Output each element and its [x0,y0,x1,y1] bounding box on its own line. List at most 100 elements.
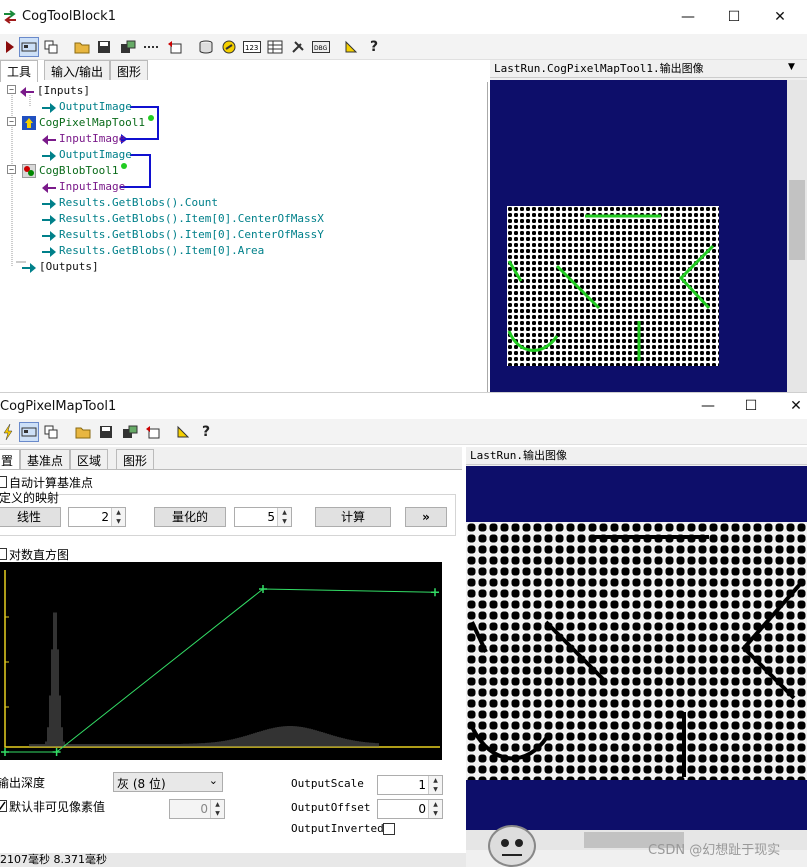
save-icon[interactable] [94,37,114,57]
database-icon[interactable] [196,37,216,57]
output-depth-value: 灰 (8 位) [117,777,166,791]
status-text: 2107毫秒 8.371毫秒 [0,853,107,866]
window-title: CogToolBlock1 [22,9,116,24]
measure-icon[interactable] [341,37,361,57]
output-depth-select[interactable]: 灰 (8 位) ⌄ [113,772,223,792]
dropdown-arrow-icon[interactable]: ▼ [788,62,795,72]
help-icon[interactable]: ? [364,37,384,57]
watermark: CSDN @幻想趾于现实 [648,843,781,858]
tools-icon[interactable] [288,37,308,57]
copy-icon[interactable] [41,37,61,57]
scroll-thumb[interactable] [789,180,805,260]
minimize-button[interactable]: — [685,395,731,417]
tree-node-result-cy[interactable]: Results.GetBlobs().Item[0].CenterOfMassY [42,227,324,242]
reset-icon[interactable] [143,422,163,442]
status-dot-icon [121,163,128,169]
tab-fiducial[interactable]: 基准点 [20,449,71,469]
status-bar: 2107毫秒 8.371毫秒 [0,853,466,867]
settings-tabs: 置 基准点 区域 图形 [0,449,462,471]
measure-icon[interactable] [173,422,193,442]
toolblock-window: CogToolBlock1 — ☐ ✕ 123 DBG ? 工具 输入/输出 图… [0,0,807,392]
close-button[interactable]: ✕ [773,395,807,417]
pixelmap-window: CogPixelMapTool1 — ☐ ✕ ? 置 基准点 区域 图形 自动计… [0,392,807,867]
image-panel-title: LastRun.CogPixelMapTool1.输出图像 [490,60,807,78]
tree-node-result-cx[interactable]: Results.GetBlobs().Item[0].CenterOfMassX [42,211,324,226]
display-icon[interactable] [19,422,39,442]
display-icon[interactable] [19,37,39,57]
dbg-icon[interactable]: DBG [311,37,331,57]
numeric-icon[interactable]: 123 [242,37,262,57]
output-scale-spinner[interactable]: 1 ▲ ▼ [377,775,443,795]
copy-icon[interactable] [41,422,61,442]
default-invisible-spinner[interactable]: 0 ▲ ▼ [169,799,225,819]
tree-node-blob[interactable]: CogBlobTool1 [22,163,128,178]
run-icon[interactable] [0,37,20,57]
titlebar: CogPixelMapTool1 — ☐ ✕ [0,393,807,419]
link-icon[interactable] [219,37,239,57]
load-image-icon[interactable] [120,422,140,442]
status-dot-icon [147,115,154,121]
quantized-button[interactable]: 量化的 [154,507,226,527]
maximize-button[interactable]: ☐ [711,6,757,28]
output-offset-spinner[interactable]: 0 ▲ ▼ [377,799,443,819]
output-inverted-checkbox[interactable] [383,823,395,835]
tab-region[interactable]: 区域 [70,449,109,469]
close-button[interactable]: ✕ [757,6,803,28]
collapse-icon[interactable]: − [7,117,16,126]
window-title: CogPixelMapTool1 [0,399,117,414]
open-folder-icon[interactable] [72,37,92,57]
help-icon[interactable]: ? [196,422,216,442]
auto-calc-checkbox[interactable] [0,476,7,488]
spinner-arrows-icon[interactable]: ▲ ▼ [210,800,224,818]
dotted-line-icon[interactable] [142,37,162,57]
spinner-arrows-icon[interactable]: ▲ ▼ [277,508,291,526]
spinner-arrows-icon[interactable]: ▲ ▼ [428,776,442,794]
tree-node-output-image[interactable]: OutputImage [42,99,132,114]
minimize-button[interactable]: — [665,6,711,28]
spinner-arrows-icon[interactable]: ▲ ▼ [111,508,125,526]
linear-spinner[interactable]: 2 ▲ ▼ [68,507,126,527]
collapse-icon[interactable]: − [7,85,16,94]
table-icon[interactable] [265,37,285,57]
default-invisible-checkbox[interactable] [0,800,7,812]
avatar [488,825,536,867]
svg-text:DBG: DBG [314,45,328,52]
log-histogram-label: 对数直方图 [9,548,70,562]
save-icon[interactable] [96,422,116,442]
expand-button[interactable]: » [405,507,447,527]
vertical-scrollbar[interactable] [787,80,807,392]
compute-button[interactable]: 计算 [315,507,391,527]
output-offset-value: 0 [418,802,426,816]
reset-icon[interactable] [165,37,185,57]
image-canvas[interactable] [490,80,787,392]
histogram-chart[interactable] [0,562,442,760]
log-histogram-checkbox[interactable] [0,548,7,560]
tree-node-result-area[interactable]: Results.GetBlobs().Item[0].Area [42,243,264,258]
load-image-icon[interactable] [118,37,138,57]
output-image-canvas[interactable] [466,466,807,830]
open-folder-icon[interactable] [73,422,93,442]
output-offset-label: OutputOffset [291,801,371,814]
tree-node-outputs[interactable]: [Outputs] [22,259,99,274]
quantized-spinner[interactable]: 5 ▲ ▼ [234,507,292,527]
tab-tools[interactable]: 工具 [0,60,39,82]
maximize-button[interactable]: ☐ [728,395,774,417]
tab-graphics[interactable]: 图形 [110,60,149,80]
tab-graphics[interactable]: 图形 [116,449,155,469]
tree-node-result-count[interactable]: Results.GetBlobs().Count [42,195,218,210]
run-icon[interactable] [0,422,18,442]
blob-tool-icon [22,164,36,178]
tree-node-input-image[interactable]: InputImage [42,179,125,194]
collapse-icon[interactable]: − [7,165,16,174]
svg-text:123: 123 [245,44,258,52]
tool-tabs: 工具 输入/输出 图形 [0,60,488,82]
linear-button[interactable]: 线性 [0,507,61,527]
tree-node-output-image[interactable]: OutputImage [42,147,132,162]
tab-settings[interactable]: 置 [0,449,21,471]
tree-node-input-image[interactable]: InputImage [42,131,125,146]
tree-node-inputs[interactable]: [Inputs] [20,83,90,98]
tab-inout[interactable]: 输入/输出 [44,60,111,80]
tree-node-pixelmap[interactable]: CogPixelMapTool1 [22,115,154,130]
output-depth-label: 输出深度 [0,776,46,790]
spinner-arrows-icon[interactable]: ▲ ▼ [428,800,442,818]
